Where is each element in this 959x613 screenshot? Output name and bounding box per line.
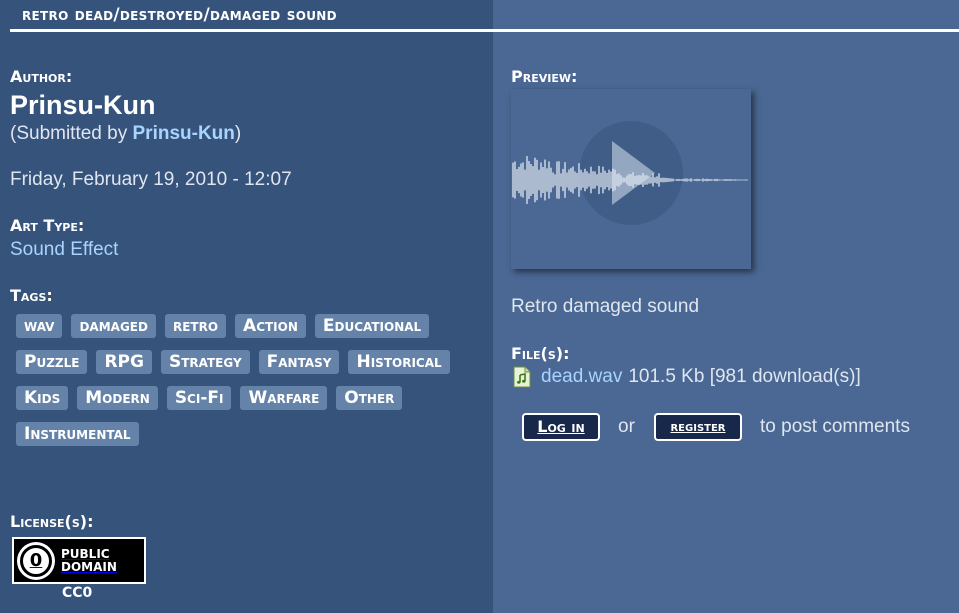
license-badge-line1: PUBLIC bbox=[61, 546, 110, 561]
license-label: License(s): bbox=[10, 512, 94, 531]
post-comments-text: to post comments bbox=[760, 416, 910, 437]
file-info: 101.5 Kb [981 download(s)] bbox=[628, 366, 861, 387]
author-label: Author: bbox=[10, 67, 73, 86]
submitted-by: (Submitted by Prinsu-Kun) bbox=[10, 123, 241, 145]
or-text: or bbox=[618, 416, 635, 437]
submitted-by-link[interactable]: Prinsu-Kun bbox=[133, 123, 235, 144]
tag-action[interactable]: Action bbox=[235, 314, 306, 338]
tag-wav[interactable]: wav bbox=[16, 314, 63, 338]
art-type-link[interactable]: Sound Effect bbox=[10, 239, 118, 261]
tag-other[interactable]: Other bbox=[336, 386, 403, 410]
tag-fantasy[interactable]: Fantasy bbox=[258, 350, 340, 374]
tag-educational[interactable]: Educational bbox=[314, 314, 430, 338]
file-row: dead.wav 101.5 Kb [981 download(s)] bbox=[513, 366, 861, 388]
public-domain-icon: 0 bbox=[17, 541, 55, 580]
tag-rpg[interactable]: RPG bbox=[96, 350, 152, 374]
tag-list: wav damaged retro Action Educational Puz… bbox=[16, 314, 476, 446]
tag-instrumental[interactable]: Instrumental bbox=[16, 422, 139, 446]
tag-puzzle[interactable]: Puzzle bbox=[16, 350, 88, 374]
submitted-prefix: (Submitted by bbox=[10, 123, 133, 144]
tag-historical[interactable]: Historical bbox=[348, 350, 450, 374]
tag-retro[interactable]: retro bbox=[164, 314, 227, 338]
tag-strategy[interactable]: Strategy bbox=[160, 350, 250, 374]
register-button[interactable]: register bbox=[654, 413, 742, 441]
license-code: CC0 bbox=[62, 585, 93, 601]
tag-warfare[interactable]: Warfare bbox=[240, 386, 328, 410]
preview-label: Preview: bbox=[511, 67, 578, 86]
description: Retro damaged sound bbox=[511, 296, 700, 317]
title-bar: retro dead/destroyed/damaged sound bbox=[10, 0, 959, 32]
audio-preview-player[interactable] bbox=[511, 89, 751, 269]
tag-sci-fi[interactable]: Sci-Fi bbox=[166, 386, 232, 410]
license-badge-line2: DOMAIN bbox=[61, 559, 117, 574]
license-symbol: 0 bbox=[20, 544, 52, 577]
license-badge[interactable]: 0 PUBLIC DOMAIN bbox=[12, 537, 146, 584]
art-type-label: Art Type: bbox=[10, 216, 85, 235]
tag-kids[interactable]: Kids bbox=[16, 386, 69, 410]
page-title: retro dead/destroyed/damaged sound bbox=[22, 5, 337, 25]
audio-file-icon bbox=[513, 366, 531, 388]
file-download-link[interactable]: dead.wav bbox=[541, 366, 622, 388]
waveform-image bbox=[511, 89, 751, 269]
author-name: Prinsu-Kun bbox=[10, 90, 156, 120]
tag-damaged[interactable]: damaged bbox=[71, 314, 156, 338]
submitted-suffix: ) bbox=[234, 123, 242, 144]
license-badge-text: PUBLIC DOMAIN bbox=[61, 546, 117, 574]
login-button[interactable]: Log in bbox=[522, 413, 600, 441]
tag-modern[interactable]: Modern bbox=[77, 386, 158, 410]
submission-date: Friday, February 19, 2010 - 12:07 bbox=[10, 169, 292, 190]
tags-label: Tags: bbox=[10, 286, 53, 305]
files-label: File(s): bbox=[511, 344, 570, 363]
